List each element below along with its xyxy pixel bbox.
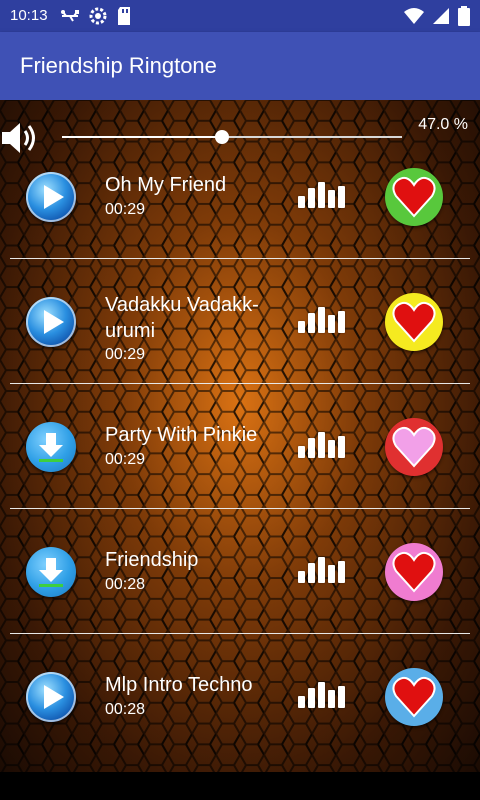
equalizer-bar	[308, 313, 315, 333]
ringtone-duration: 00:28	[105, 701, 146, 718]
equalizer-bar	[318, 682, 325, 708]
equalizer-bar	[298, 196, 305, 208]
play-button[interactable]	[26, 672, 76, 722]
equalizer-bar	[298, 696, 305, 708]
download-icon	[39, 433, 63, 462]
heart-icon	[392, 176, 436, 218]
favorite-button[interactable]	[385, 168, 443, 226]
settings-icon	[89, 7, 107, 25]
equalizer-icon	[298, 557, 345, 583]
heart-icon	[392, 676, 436, 718]
ringtone-duration: 00:29	[105, 451, 146, 468]
download-button[interactable]	[26, 422, 76, 472]
signal-icon	[433, 8, 449, 24]
equalizer-bar	[328, 440, 335, 458]
equalizer-bar	[338, 436, 345, 458]
equalizer-bar	[298, 571, 305, 583]
ringtone-title: Party With Pinkie	[105, 424, 258, 446]
status-system-icons	[404, 6, 470, 26]
equalizer-bar	[338, 186, 345, 208]
equalizer-bar	[298, 321, 305, 333]
play-icon	[44, 310, 64, 334]
equalizer-bar	[328, 690, 335, 708]
status-time: 10:13	[10, 7, 48, 24]
equalizer-bar	[328, 315, 335, 333]
equalizer-icon	[298, 432, 345, 458]
heart-icon	[392, 551, 436, 593]
play-button[interactable]	[26, 297, 76, 347]
ringtone-row[interactable]: Party With Pinkie 00:29	[0, 384, 480, 509]
ringtone-row[interactable]: Vadakku Vadakk-urumi 00:29	[0, 259, 480, 384]
equalizer-bar	[308, 438, 315, 458]
volume-percent: 47.0 %	[418, 116, 468, 133]
equalizer-bar	[308, 688, 315, 708]
favorite-button[interactable]	[385, 668, 443, 726]
equalizer-bar	[338, 561, 345, 583]
equalizer-bar	[298, 446, 305, 458]
ringtone-duration: 00:29	[105, 346, 146, 363]
equalizer-icon	[298, 182, 345, 208]
equalizer-icon	[298, 682, 345, 708]
play-icon	[44, 685, 64, 709]
wifi-icon	[404, 8, 424, 24]
status-bar: 10:13	[0, 0, 480, 32]
ringtone-row[interactable]: Mlp Intro Techno 00:28	[0, 634, 480, 759]
equalizer-bar	[338, 311, 345, 333]
ringtone-list-panel: 47.0 % Oh My Friend 00:29 Vadakku Vadakk-u…	[0, 100, 480, 772]
equalizer-bar	[338, 686, 345, 708]
app-bar: Friendship Ringtone	[0, 32, 480, 100]
page-title: Friendship Ringtone	[20, 53, 217, 78]
play-button[interactable]	[26, 172, 76, 222]
equalizer-bar	[308, 563, 315, 583]
ringtone-title: Oh My Friend	[105, 174, 227, 196]
ringtone-duration: 00:29	[105, 201, 146, 218]
sd-card-icon	[118, 7, 130, 25]
ringtone-row[interactable]: Friendship 00:28	[0, 509, 480, 634]
ringtone-title: Vadakku Vadakk-urumi	[105, 294, 259, 342]
equalizer-bar	[318, 307, 325, 333]
ringtone-row[interactable]: Oh My Friend 00:29	[0, 134, 480, 259]
ringtone-title: Mlp Intro Techno	[105, 674, 253, 696]
equalizer-bar	[328, 190, 335, 208]
usb-icon	[61, 10, 79, 22]
status-notification-icons	[60, 6, 132, 26]
favorite-button[interactable]	[385, 293, 443, 351]
download-icon	[39, 558, 63, 587]
equalizer-bar	[308, 188, 315, 208]
favorite-button[interactable]	[385, 543, 443, 601]
heart-icon	[392, 426, 436, 468]
battery-icon	[458, 6, 470, 26]
ringtone-duration: 00:28	[105, 576, 146, 593]
equalizer-bar	[318, 557, 325, 583]
equalizer-bar	[318, 432, 325, 458]
favorite-button[interactable]	[385, 418, 443, 476]
ringtone-title: Friendship	[105, 549, 199, 571]
heart-icon	[392, 301, 436, 343]
download-button[interactable]	[26, 547, 76, 597]
equalizer-icon	[298, 307, 345, 333]
equalizer-bar	[328, 565, 335, 583]
play-icon	[44, 185, 64, 209]
equalizer-bar	[318, 182, 325, 208]
